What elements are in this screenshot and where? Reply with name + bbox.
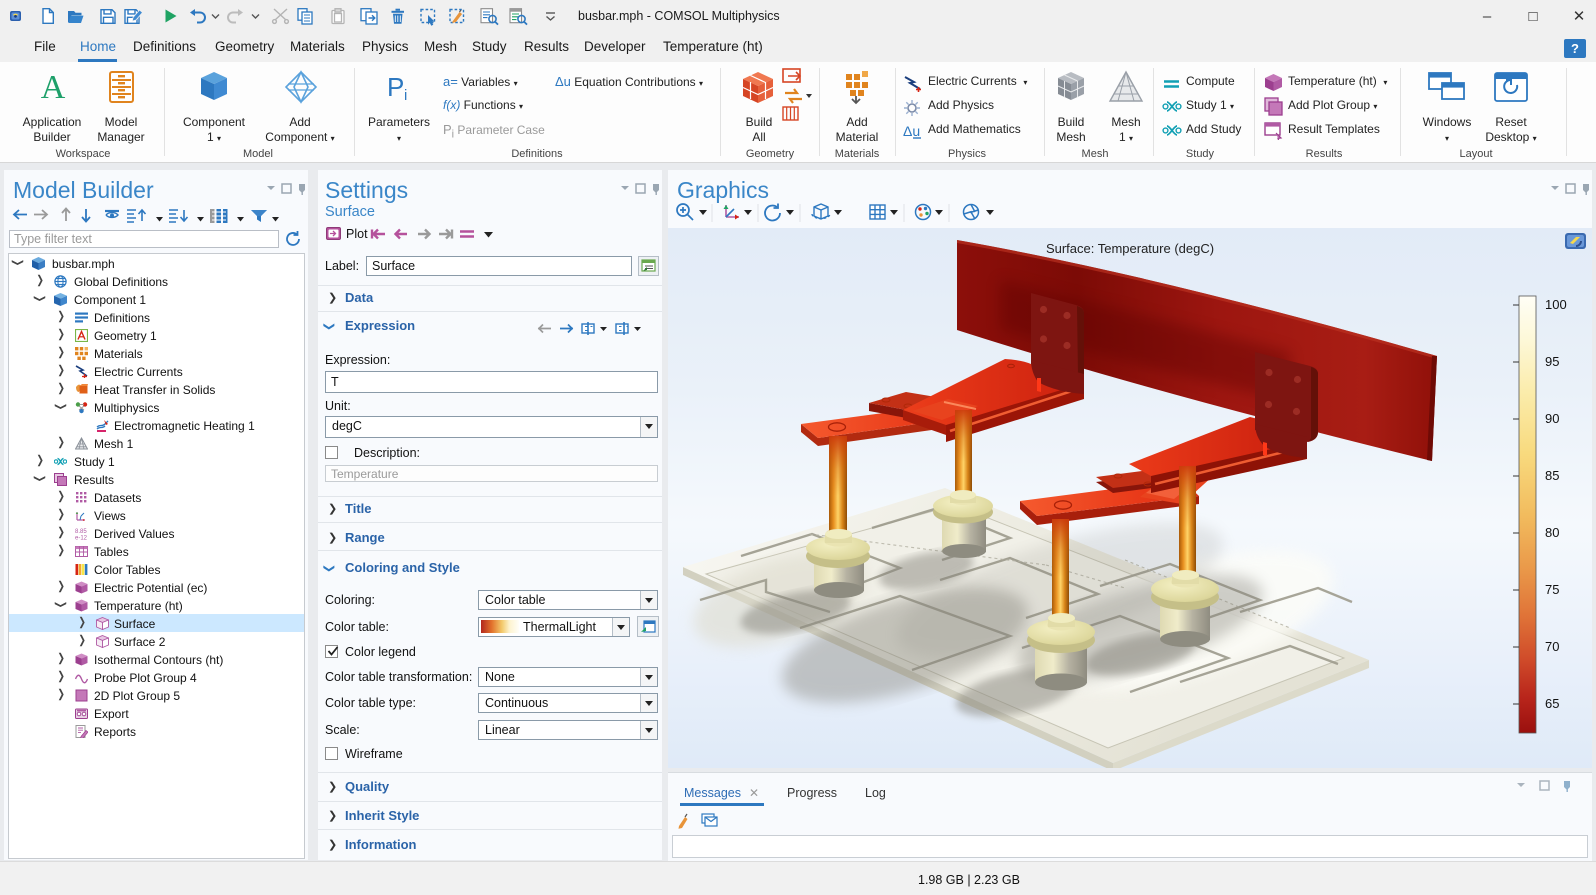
svg-text:65: 65 bbox=[1545, 696, 1559, 711]
svg-text:P: P bbox=[387, 72, 404, 102]
svg-text:Δu: Δu bbox=[903, 123, 920, 139]
svg-text:A: A bbox=[41, 70, 66, 104]
svg-text:70: 70 bbox=[1545, 639, 1559, 654]
svg-text:100: 100 bbox=[1545, 297, 1567, 312]
svg-text:e-12: e-12 bbox=[75, 536, 88, 541]
svg-text:90: 90 bbox=[1545, 411, 1559, 426]
svg-text:80: 80 bbox=[1545, 525, 1559, 540]
svg-text:Plot: Plot bbox=[346, 227, 368, 241]
svg-text:8.85: 8.85 bbox=[75, 529, 87, 535]
svg-text:75: 75 bbox=[1545, 582, 1559, 597]
svg-text:i: i bbox=[404, 87, 407, 102]
svg-text:95: 95 bbox=[1545, 354, 1559, 369]
svg-text:85: 85 bbox=[1545, 468, 1559, 483]
